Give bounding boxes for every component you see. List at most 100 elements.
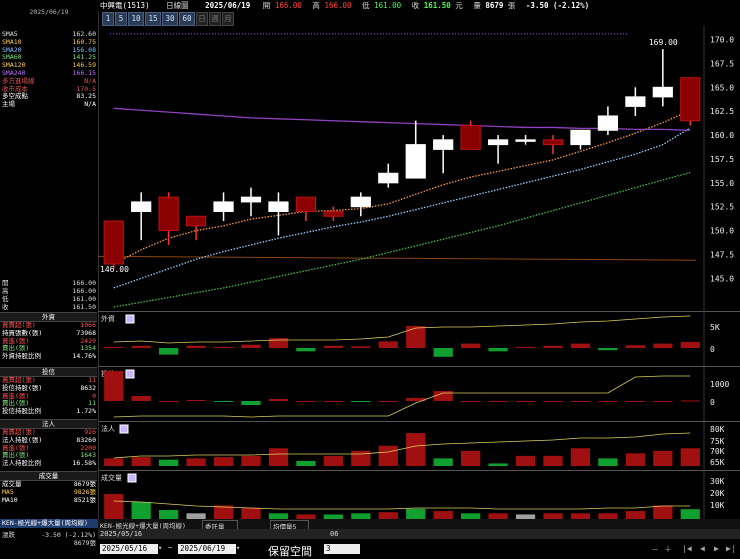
bar [378,512,398,519]
y-tick-label: 155.0 [710,179,734,188]
panel-settings-icon [127,473,137,483]
bar [351,346,371,348]
zoom-in-icon[interactable]: ＋ [664,544,672,555]
candle-body [487,139,509,146]
bar [323,345,343,348]
bar [680,448,700,466]
period-button-30[interactable]: 30 [162,12,178,26]
info-sidebar: 2025/06/19 SMA5 162.60 SMA10 160.75 SMA20 156… [0,0,99,555]
to-dropdown-icon[interactable]: ▾ [236,544,240,552]
panel-label: 外資 [101,314,115,323]
bar [241,344,261,348]
volume-row-value: 9826張 [73,488,96,496]
bar [351,401,371,402]
institution-row: 買賣超(張) 926 [2,428,96,436]
bar [378,401,398,402]
panel-tick-label: 65K [710,458,725,467]
candle-body [185,215,207,227]
volume-row: 成交量 8679張 [2,480,96,488]
chart-canvas[interactable]: 145.0 147.5 150.0 152.5 155.0 157.5 160.0 162.5… [98,26,740,519]
bar [241,507,261,519]
cumulative-line [113,375,691,418]
panel-label: 法人 [101,424,115,433]
keep-space-input[interactable]: 3 [324,544,360,554]
bar [406,433,426,466]
low-label: 低 [362,1,370,10]
last-icon[interactable]: ▶| [726,544,736,553]
bar [488,348,508,352]
period-button-5[interactable]: 5 [115,12,127,26]
bar [104,346,124,348]
bar [131,457,151,466]
zoom-out-icon[interactable]: － [651,544,659,555]
panel-tick-label: 20K [710,489,725,498]
period-button-月[interactable]: 月 [222,12,234,26]
price-row-value: 161.00 [72,295,96,303]
candle-body [405,144,426,179]
sma10-line [113,127,691,289]
volume-unit: 張 [507,1,516,10]
panel-tick-label: 30K [710,477,725,486]
candle-body [570,129,591,146]
price-row: 低 161.00 [2,295,96,303]
period-button-日[interactable]: 日 [196,12,208,26]
next-icon[interactable]: ▶ [714,544,719,553]
period-button-1[interactable]: 1 [102,12,114,26]
price-row-value: 161.50 [72,303,96,311]
currency-label: 元 [455,1,463,10]
first-icon[interactable]: |◀ [682,544,692,553]
bar [351,450,371,466]
price-row-label: 高 [2,287,9,295]
panel-tick-label: 70K [710,447,725,456]
bar [213,457,234,466]
bar [570,448,591,466]
bar [406,508,426,519]
y-tick-label: 150.0 [710,227,734,236]
candle-body [323,210,344,217]
from-dropdown-icon[interactable]: ▾ [158,544,162,552]
period-button-10[interactable]: 10 [128,12,144,26]
bar [433,511,453,519]
prev-icon[interactable]: ◀ [700,544,705,553]
bar [104,371,124,401]
period-button-60[interactable]: 60 [179,12,195,26]
candle-body [460,125,481,150]
trust-row-label: 投信持股(張) [2,383,43,392]
bar [186,458,206,466]
indicator-tag[interactable]: KEN-極光線+爆大量(周均線) [0,519,99,528]
from-date-input[interactable]: 2025/05/16 [100,544,158,554]
bar [570,401,591,402]
foreign-row-value: 14.76% [72,352,96,361]
bar [488,463,508,466]
candle-body [652,86,673,98]
bar [213,346,234,348]
to-date-input[interactable]: 2025/06/19 [178,544,236,554]
high-label: 高 [312,1,320,10]
foreign-row-label: 買賣超(張) [2,321,36,329]
open-label: 開 [262,1,271,10]
panel-label: 成交量 [101,473,122,482]
ma-row: SMA120 146.59 [2,61,96,69]
bar [186,345,206,348]
y-tick-label: 145.0 [710,274,734,283]
stock-name: 中興電(1513) [100,1,150,10]
institution-row-label: 法人持股(張) [2,435,43,444]
bar [515,346,536,348]
cursor-date: 2025/05/16 [100,530,143,538]
foreign-row: 買賣超(張) 1066 [2,321,96,329]
panel-settings-icon [125,369,135,379]
bar [488,401,508,402]
sidebar-date: 2025/06/19 [29,8,69,16]
bar [296,460,316,466]
volume-row: MA10 8521張 [2,496,96,504]
change-label: 漲跌 [2,531,15,539]
period-button-週[interactable]: 週 [209,12,221,26]
keep-space-label: 保留空間 [268,545,312,558]
candle-body [158,196,179,232]
bar [131,345,151,348]
ma-row-value: 146.59 [72,61,96,70]
trust-row-value: 0 [92,391,96,400]
period-button-15[interactable]: 15 [145,12,161,26]
trust-row-label: 買賣超(張) [2,376,36,384]
candle-body [433,139,454,150]
